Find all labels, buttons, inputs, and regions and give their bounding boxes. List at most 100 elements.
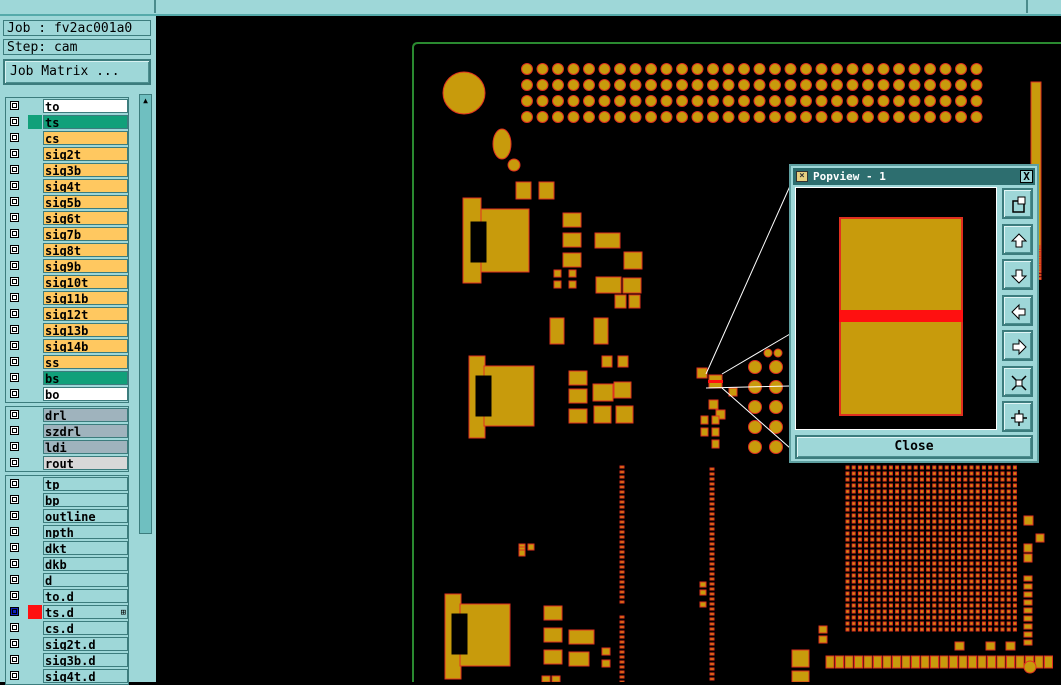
layer-checkbox[interactable]	[10, 261, 19, 270]
layer-checkbox[interactable]	[10, 357, 19, 366]
popview-close-button[interactable]: Close	[795, 435, 1033, 459]
layer-checkbox[interactable]	[10, 181, 19, 190]
layer-row-sig10t[interactable]: sig10t	[6, 274, 128, 290]
layer-color-swatch[interactable]	[28, 669, 42, 683]
layer-name[interactable]: sig3b	[43, 163, 128, 177]
layer-name[interactable]: sig10t	[43, 275, 128, 289]
layer-checkbox[interactable]	[10, 133, 19, 142]
layer-color-swatch[interactable]	[28, 275, 42, 289]
layer-checkbox[interactable]	[10, 245, 19, 254]
layer-color-swatch[interactable]	[28, 243, 42, 257]
layer-row-d[interactable]: d	[6, 572, 128, 588]
layer-checkbox[interactable]	[10, 623, 19, 632]
layer-row-ts.d[interactable]: ts.d ⊞	[6, 604, 128, 620]
layer-checkbox[interactable]	[10, 293, 19, 302]
layer-name[interactable]: sig5b	[43, 195, 128, 209]
layer-name[interactable]: cs	[43, 131, 128, 145]
layer-checkbox[interactable]	[10, 149, 19, 158]
layer-color-swatch[interactable]	[28, 605, 42, 619]
layer-name[interactable]: ss	[43, 355, 128, 369]
layer-row-bo[interactable]: bo	[6, 386, 128, 402]
layer-color-swatch[interactable]	[28, 291, 42, 305]
layer-checkbox[interactable]	[10, 309, 19, 318]
layer-checkbox[interactable]	[10, 458, 19, 467]
layer-color-swatch[interactable]	[28, 621, 42, 635]
layer-color-swatch[interactable]	[28, 637, 42, 651]
pan-down-button[interactable]	[1002, 259, 1033, 290]
pan-left-button[interactable]	[1002, 294, 1033, 326]
layer-color-swatch[interactable]	[28, 227, 42, 241]
layer-name[interactable]: sig4t.d	[43, 669, 128, 683]
layer-row-ldi[interactable]: ldi	[6, 439, 128, 455]
layer-checkbox[interactable]	[10, 341, 19, 350]
layer-name[interactable]: outline	[43, 509, 128, 523]
layer-row-sig12t[interactable]: sig12t	[6, 306, 128, 322]
layer-checkbox[interactable]	[10, 277, 19, 286]
layer-color-swatch[interactable]	[28, 509, 42, 523]
layer-row-sig3b.d[interactable]: sig3b.d	[6, 652, 128, 668]
layer-row-sig8t[interactable]: sig8t	[6, 242, 128, 258]
layer-row-to.d[interactable]: to.d	[6, 588, 128, 604]
layer-row-sig3b[interactable]: sig3b	[6, 162, 128, 178]
layer-color-swatch[interactable]	[28, 115, 42, 129]
layer-row-sig6t[interactable]: sig6t	[6, 210, 128, 226]
popview-window[interactable]: × Popview - 1 X Close	[789, 164, 1039, 463]
layer-name[interactable]: sig2t.d	[43, 637, 128, 651]
layer-row-rout[interactable]: rout	[6, 455, 128, 471]
layer-name[interactable]: bp	[43, 493, 128, 507]
job-matrix-button[interactable]: Job Matrix ...	[3, 59, 151, 85]
layer-checkbox[interactable]	[10, 325, 19, 334]
layer-color-swatch[interactable]	[28, 195, 42, 209]
layer-color-swatch[interactable]	[28, 477, 42, 491]
zoom-in-button[interactable]	[1002, 188, 1033, 219]
layer-color-swatch[interactable]	[28, 259, 42, 273]
layer-name[interactable]: dkt	[43, 541, 128, 555]
layer-checkbox[interactable]	[10, 591, 19, 600]
layer-checkbox[interactable]	[10, 117, 19, 126]
layer-checkbox[interactable]	[10, 410, 19, 419]
layer-checkbox[interactable]	[10, 607, 19, 616]
layer-name[interactable]: ts.d ⊞	[43, 605, 128, 619]
layer-row-sig4t[interactable]: sig4t	[6, 178, 128, 194]
layer-color-swatch[interactable]	[28, 147, 42, 161]
layer-row-dkt[interactable]: dkt	[6, 540, 128, 556]
layer-row-sig2t[interactable]: sig2t	[6, 146, 128, 162]
layer-color-swatch[interactable]	[28, 653, 42, 667]
layer-color-swatch[interactable]	[28, 440, 42, 454]
layer-row-cs.d[interactable]: cs.d	[6, 620, 128, 636]
scroll-up-icon[interactable]: ▲	[141, 96, 150, 105]
layer-name[interactable]: ts	[43, 115, 128, 129]
layer-name[interactable]: tp	[43, 477, 128, 491]
layer-row-ss[interactable]: ss	[6, 354, 128, 370]
layer-color-swatch[interactable]	[28, 323, 42, 337]
layer-name[interactable]: bs	[43, 371, 128, 385]
expand-icon[interactable]: ⊞	[121, 606, 126, 618]
layer-checkbox[interactable]	[10, 213, 19, 222]
layer-row-sig7b[interactable]: sig7b	[6, 226, 128, 242]
layer-color-swatch[interactable]	[28, 456, 42, 470]
layer-row-sig13b[interactable]: sig13b	[6, 322, 128, 338]
pan-right-button[interactable]	[1002, 330, 1033, 361]
layer-row-to[interactable]: to	[6, 98, 128, 114]
layer-list-scrollbar[interactable]: ▲	[139, 94, 152, 534]
layer-row-outline[interactable]: outline	[6, 508, 128, 524]
layer-row-sig2t.d[interactable]: sig2t.d	[6, 636, 128, 652]
layer-color-swatch[interactable]	[28, 179, 42, 193]
layer-name[interactable]: sig13b	[43, 323, 128, 337]
layer-checkbox[interactable]	[10, 671, 19, 680]
layer-name[interactable]: szdrl	[43, 424, 128, 438]
layer-checkbox[interactable]	[10, 479, 19, 488]
layer-row-drl[interactable]: drl	[6, 407, 128, 423]
layer-color-swatch[interactable]	[28, 371, 42, 385]
zoom-extents-button[interactable]	[1002, 401, 1033, 432]
layer-checkbox[interactable]	[10, 511, 19, 520]
layer-color-swatch[interactable]	[28, 525, 42, 539]
layer-name[interactable]: sig3b.d	[43, 653, 128, 667]
layer-color-swatch[interactable]	[28, 541, 42, 555]
layer-checkbox[interactable]	[10, 197, 19, 206]
popview-title-bar[interactable]: × Popview - 1 X	[793, 168, 1035, 185]
layer-name[interactable]: to	[43, 99, 128, 113]
layer-color-swatch[interactable]	[28, 493, 42, 507]
layer-color-swatch[interactable]	[28, 99, 42, 113]
layer-row-cs[interactable]: cs	[6, 130, 128, 146]
